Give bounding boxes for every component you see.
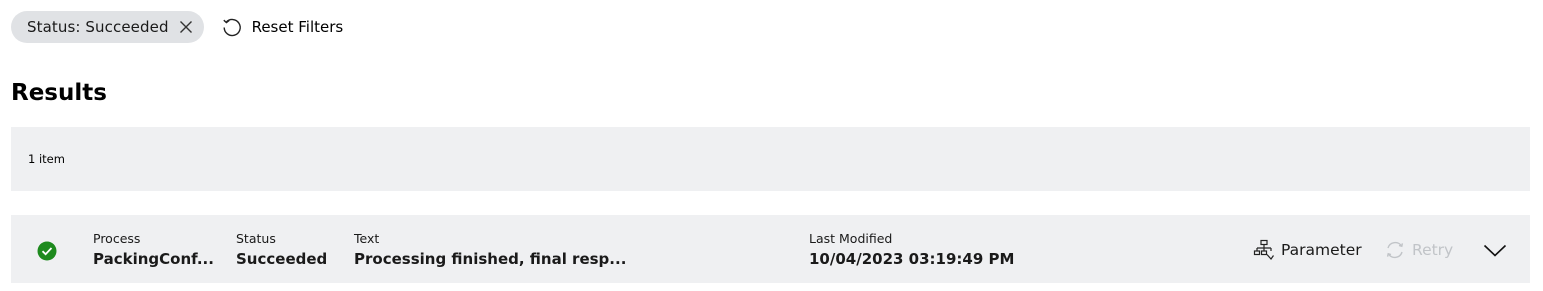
results-count-bar: 1 item	[11, 127, 1530, 191]
parameter-label: Parameter	[1281, 241, 1362, 259]
close-icon[interactable]	[178, 19, 194, 35]
reset-icon	[222, 18, 241, 37]
retry-button[interactable]: Retry	[1384, 239, 1453, 261]
process-value: PackingConf...	[93, 250, 214, 268]
last-modified-column: Last Modified 10/04/2023 03:19:49 PM	[809, 231, 1014, 269]
status-label: Status	[236, 231, 276, 246]
status-value: Succeeded	[236, 250, 328, 268]
reset-filters-label: Reset Filters	[251, 18, 344, 36]
filter-bar: Status: Succeeded Reset Filters	[11, 11, 343, 43]
retry-label: Retry	[1412, 241, 1454, 259]
text-label: Text	[354, 231, 380, 246]
reset-filters-button[interactable]: Reset Filters	[221, 16, 344, 38]
last-modified-label: Last Modified	[809, 231, 893, 246]
check-circle-icon	[37, 241, 57, 261]
results-title: Results	[11, 80, 107, 106]
chevron-down-icon[interactable]	[1482, 237, 1508, 263]
text-column: Text Processing finished, final resp...	[354, 231, 626, 269]
last-modified-value: 10/04/2023 03:19:49 PM	[809, 250, 1015, 268]
result-row[interactable]: Process PackingConf... Status Succeeded …	[11, 215, 1530, 283]
status-column: Status Succeeded	[236, 231, 327, 269]
status-filter-chip-label: Status: Succeeded	[27, 18, 169, 36]
status-filter-chip[interactable]: Status: Succeeded	[11, 11, 204, 43]
text-value: Processing finished, final resp...	[354, 250, 627, 268]
process-column: Process PackingConf...	[93, 231, 214, 269]
parameter-icon	[1253, 239, 1274, 260]
results-count: 1 item	[28, 152, 65, 166]
parameter-button[interactable]: Parameter	[1253, 239, 1362, 261]
process-label: Process	[93, 231, 141, 246]
retry-icon	[1386, 241, 1404, 259]
